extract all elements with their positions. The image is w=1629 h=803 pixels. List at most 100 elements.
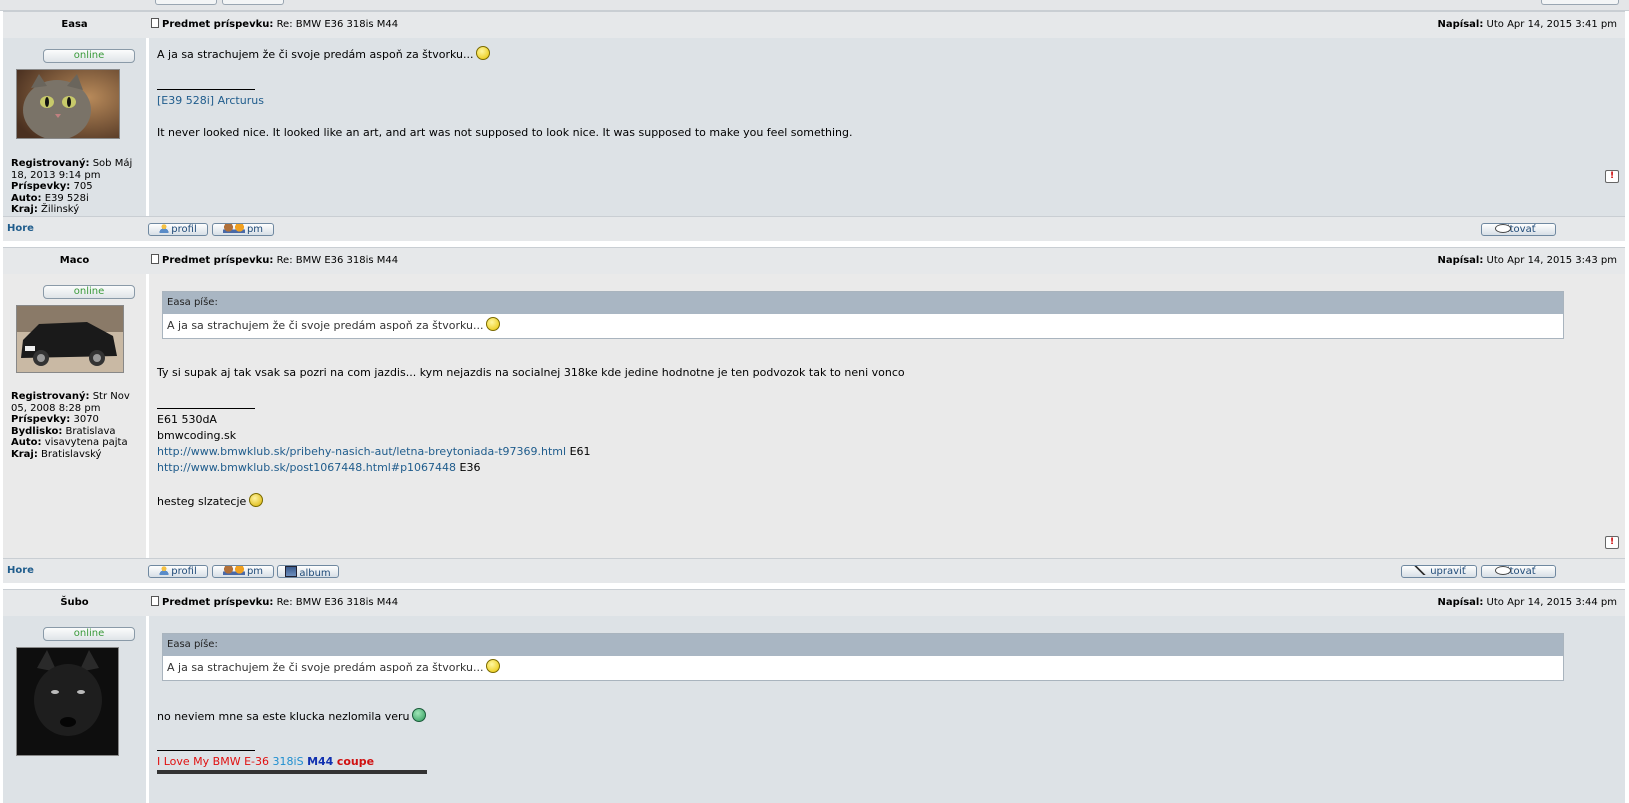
registered-label: Registrovaný: (11, 158, 90, 169)
pm-button[interactable]: pm (212, 565, 274, 578)
residence-value: Bratislava (65, 425, 116, 437)
quote-body: A ja sa strachujem že či svoje predám as… (163, 314, 1563, 338)
date-label: Napísal: (1437, 19, 1484, 30)
user-panel: online Registrovaný: Str Nov 05, 2008 8:… (3, 274, 146, 558)
post-subject: Predmet príspevku: Re: BMW E36 318is M44 (151, 590, 398, 616)
quote-header: Easa píše: (163, 634, 1563, 656)
previous-profil-button[interactable] (155, 0, 217, 5)
post-body: Easa píše: A ja sa strachujem že či svoj… (149, 274, 1625, 558)
subject-label: Predmet príspevku: (162, 19, 274, 30)
post-header: Easa Predmet príspevku: Re: BMW E36 318i… (3, 11, 1625, 39)
post-date: Napísal: Uto Apr 14, 2015 3:43 pm (1438, 248, 1617, 274)
posts-count: 705 (73, 181, 93, 192)
signature-link[interactable]: [E39 528i] Arcturus (157, 94, 264, 107)
online-status-badge: online (43, 627, 135, 641)
signature-text: hesteg slzatecje (157, 495, 247, 508)
signature-line: hesteg slzatecje (157, 493, 264, 508)
posts-count: 3070 (73, 414, 99, 425)
pm-label: pm (246, 224, 264, 235)
signature-part: 318iS (272, 755, 304, 768)
region-label: Kraj: (11, 204, 38, 215)
post-author[interactable]: Maco (3, 248, 146, 274)
signature-part: M44 (307, 755, 334, 768)
user-info: Registrovaný: Sob Máj 18, 2013 9:14 pm P… (11, 158, 143, 216)
signature-link-row: http://www.bmwklub.sk/post1067448.html#p… (157, 461, 481, 474)
speech-bubble-icon (1495, 566, 1511, 575)
post-text: Ty si supak aj tak vsak sa pozri na com … (157, 366, 905, 379)
profile-icon (159, 224, 170, 233)
car-value: E39 528i (44, 192, 89, 204)
signature-link-suffix: E36 (459, 461, 481, 474)
date-label: Napísal: (1437, 597, 1484, 608)
region-value: Bratislavský (41, 448, 102, 460)
back-to-top-link[interactable]: Hore (7, 559, 34, 583)
post-icon (151, 254, 159, 264)
date-text: Uto Apr 14, 2015 3:43 pm (1486, 255, 1617, 266)
back-to-top-link[interactable]: Hore (7, 217, 34, 241)
avatar-wolf[interactable] (16, 647, 119, 756)
upravit-label: upraviť (1430, 566, 1466, 577)
post-date: Napísal: Uto Apr 14, 2015 3:41 pm (1438, 12, 1617, 38)
region-label: Kraj: (11, 448, 38, 460)
user-panel: online (3, 616, 146, 803)
date-text: Uto Apr 14, 2015 3:41 pm (1486, 19, 1617, 30)
subject-text: Re: BMW E36 318is M44 (276, 597, 399, 608)
grin-smile-icon (412, 708, 427, 722)
post-text-content: no neviem mne sa este klucka nezlomila v… (157, 710, 410, 723)
post-author[interactable]: Easa (3, 12, 146, 38)
user-panel: online Registrovaný: Sob Máj 18, 2013 9:… (3, 38, 146, 216)
citovat-button[interactable]: citovať (1481, 223, 1556, 236)
upravit-button[interactable]: upraviť (1401, 565, 1477, 578)
posts-label: Príspevky: (11, 181, 71, 192)
album-button[interactable]: album (277, 565, 339, 579)
profil-button[interactable]: profil (148, 223, 208, 236)
registered-label: Registrovaný: (11, 391, 90, 402)
quote-box: Easa píše: A ja sa strachujem že či svoj… (162, 291, 1564, 339)
avatar-car[interactable] (16, 305, 124, 373)
subject-label: Predmet príspevku: (162, 597, 274, 608)
report-icon[interactable]: ! (1605, 536, 1619, 549)
smile-icon (476, 46, 491, 60)
report-icon[interactable]: ! (1605, 170, 1619, 183)
quote-header: Easa píše: (163, 292, 1563, 314)
post-header: Maco Predmet príspevku: Re: BMW E36 318i… (3, 247, 1625, 275)
post-footer: Hore profil pm album upraviť citovať (3, 558, 1625, 583)
profil-button[interactable]: profil (148, 565, 208, 578)
date-label: Napísal: (1437, 255, 1484, 266)
signature-link[interactable]: http://www.bmwklub.sk/post1067448.html#p… (157, 461, 456, 474)
album-icon (285, 566, 298, 577)
avatar-cat[interactable] (16, 69, 120, 139)
signature-link[interactable]: http://www.bmwklub.sk/pribehy-nasich-aut… (157, 445, 566, 458)
post-subo: Šubo Predmet príspevku: Re: BMW E36 318i… (3, 589, 1625, 803)
citovat-button[interactable]: citovať (1481, 565, 1556, 578)
profile-icon (159, 566, 170, 575)
car-label: Auto: (11, 192, 42, 204)
signature-divider (157, 750, 255, 751)
post-header: Šubo Predmet príspevku: Re: BMW E36 318i… (3, 589, 1625, 617)
signature-divider (157, 408, 255, 409)
previous-pm-button[interactable] (222, 0, 284, 5)
pm-button[interactable]: pm (212, 223, 274, 236)
quote-text: A ja sa strachujem že či svoje predám as… (167, 661, 484, 674)
post-author[interactable]: Šubo (3, 590, 146, 616)
post-text: A ja sa strachujem že či svoje predám as… (157, 46, 491, 61)
signature-link-suffix: E61 (569, 445, 591, 458)
signature-part: I Love My BMW E-36 (157, 755, 270, 768)
profil-label: profil (171, 566, 197, 577)
edit-icon (1412, 566, 1429, 575)
signature-part: coupe (336, 755, 375, 768)
subject-text: Re: BMW E36 318is M44 (276, 19, 399, 30)
post-body: A ja sa strachujem že či svoje predám as… (149, 38, 1625, 216)
post-subject: Predmet príspevku: Re: BMW E36 318is M44 (151, 248, 398, 274)
user-info: Registrovaný: Str Nov 05, 2008 8:28 pm P… (11, 391, 143, 460)
previous-citovat-button[interactable] (1541, 0, 1619, 5)
post-text: no neviem mne sa este klucka nezlomila v… (157, 708, 427, 723)
region-value: Žilinský (41, 204, 80, 215)
subject-label: Predmet príspevku: (162, 255, 274, 266)
post-body: Easa píše: A ja sa strachujem že či svoj… (149, 616, 1625, 803)
signature-line: bmwcoding.sk (157, 429, 237, 442)
car-value: visavytena pajta (44, 437, 128, 448)
album-label: album (299, 568, 331, 579)
online-status-badge: online (43, 49, 135, 63)
post-maco: Maco Predmet príspevku: Re: BMW E36 318i… (3, 247, 1625, 584)
